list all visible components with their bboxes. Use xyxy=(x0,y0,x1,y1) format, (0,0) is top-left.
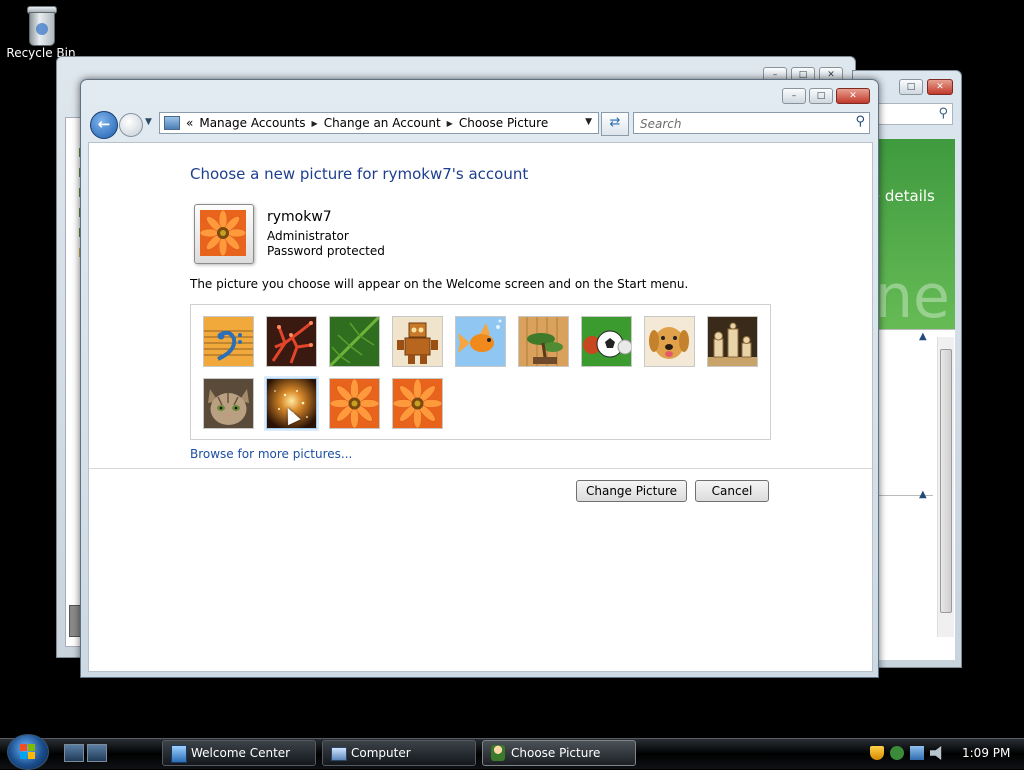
picture-tile-orange-daisy[interactable] xyxy=(329,378,380,429)
picture-tile-goldfish[interactable] xyxy=(455,316,506,367)
picture-tile-red-coral[interactable] xyxy=(266,316,317,367)
search-icon: ⚲ xyxy=(938,106,948,121)
breadcrumb-separator-icon[interactable]: ▶ xyxy=(447,119,453,128)
scrollbar[interactable] xyxy=(937,337,954,637)
kitten-icon xyxy=(204,379,253,428)
collapse-up-icon[interactable]: ▲ xyxy=(919,331,927,342)
taskbar-button-welcome-center[interactable]: Welcome Center xyxy=(162,740,316,766)
security-shield-icon[interactable] xyxy=(870,746,884,760)
picture-tile-toy-robot[interactable] xyxy=(392,316,443,367)
maximize-icon[interactable]: □ xyxy=(809,88,833,104)
minimize-icon[interactable]: – xyxy=(782,88,806,104)
windows-update-icon[interactable] xyxy=(890,746,904,760)
picture-tile-sports-balls[interactable] xyxy=(581,316,632,367)
orange-daisy-icon xyxy=(393,379,442,428)
account-type: Administrator xyxy=(267,229,349,243)
account-name: rymokw7 xyxy=(267,209,332,225)
instructions-text: The picture you choose will appear on th… xyxy=(190,277,689,291)
address-bar[interactable]: « Manage Accounts ▶ Change an Account ▶ … xyxy=(159,112,599,134)
robot-icon xyxy=(393,317,442,366)
goldfish-icon xyxy=(456,317,505,366)
breadcrumb-separator-icon[interactable]: ▶ xyxy=(312,119,318,128)
dog-icon xyxy=(645,317,694,366)
welcome-center-icon xyxy=(171,745,187,763)
orange-daisy-icon xyxy=(330,379,379,428)
breadcrumb-manage-accounts[interactable]: Manage Accounts xyxy=(199,116,305,130)
recycle-bin-icon xyxy=(25,2,57,46)
recent-pages-dropdown-icon[interactable]: ▼ xyxy=(145,117,152,127)
network-icon[interactable] xyxy=(910,746,924,760)
picture-tile-green-leaf[interactable] xyxy=(329,316,380,367)
search-icon[interactable]: ⚲ xyxy=(855,114,865,129)
breadcrumb-overflow[interactable]: « xyxy=(186,116,193,130)
soccer-ball-icon xyxy=(582,317,631,366)
collapse-up-icon[interactable]: ▲ xyxy=(919,489,927,500)
account-picture xyxy=(194,204,254,264)
address-dropdown-icon[interactable]: ▼ xyxy=(585,117,592,127)
picture-tile-golden-retriever[interactable] xyxy=(644,316,695,367)
change-picture-button[interactable]: Change Picture xyxy=(576,480,687,502)
picture-tile-bass-clef[interactable] xyxy=(203,316,254,367)
picture-tile-kitten[interactable] xyxy=(203,378,254,429)
chess-icon xyxy=(708,317,757,366)
coral-icon xyxy=(267,317,316,366)
scrollbar-thumb[interactable] xyxy=(940,349,952,613)
picture-tile-bonsai[interactable] xyxy=(518,316,569,367)
bonsai-icon xyxy=(519,317,568,366)
taskbar-button-label: Computer xyxy=(351,746,411,760)
volume-icon[interactable] xyxy=(930,746,942,760)
picture-gallery xyxy=(190,304,771,440)
cancel-button[interactable]: Cancel xyxy=(695,480,769,502)
divider xyxy=(89,468,872,469)
computer-icon xyxy=(331,747,347,761)
close-icon[interactable]: ✕ xyxy=(836,88,870,104)
picture-tile-orange-daisy-2[interactable] xyxy=(392,378,443,429)
switch-windows-icon[interactable] xyxy=(87,744,107,762)
taskbar-button-label: Welcome Center xyxy=(191,746,291,760)
taskbar-button-label: Choose Picture xyxy=(511,746,601,760)
refresh-icon[interactable]: ⇄ xyxy=(601,112,629,136)
search-box[interactable]: ⚲ xyxy=(633,112,870,134)
choose-picture-window[interactable]: – □ ✕ ← ▼ « Manage Accounts ▶ Change an … xyxy=(80,79,879,678)
close-icon[interactable]: ✕ xyxy=(927,79,953,95)
maximize-icon[interactable]: □ xyxy=(899,79,923,95)
content-pane: Choose a new picture for rymokw7's accou… xyxy=(88,142,873,672)
show-desktop-icon[interactable] xyxy=(64,744,84,762)
clock[interactable]: 1:09 PM xyxy=(962,746,1010,760)
back-arrow-icon[interactable]: ← xyxy=(90,111,118,139)
system-tray xyxy=(870,740,944,766)
taskbar-button-computer[interactable]: Computer xyxy=(322,740,476,766)
recycle-bin-desktop-icon[interactable]: Recycle Bin xyxy=(6,2,76,60)
password-status: Password protected xyxy=(267,244,385,258)
page-title: Choose a new picture for rymokw7's accou… xyxy=(190,165,529,183)
leaf-icon xyxy=(330,317,379,366)
banner-large-text: ne xyxy=(875,262,950,329)
forward-arrow-icon[interactable] xyxy=(119,113,143,137)
taskbar-button-choose-picture[interactable]: Choose Picture xyxy=(482,740,636,766)
control-panel-icon xyxy=(164,116,180,130)
browse-more-pictures-link[interactable]: Browse for more pictures... xyxy=(190,447,352,461)
orange-daisy-icon xyxy=(200,210,246,256)
breadcrumb-change-account[interactable]: Change an Account xyxy=(324,116,441,130)
bass-clef-icon xyxy=(204,317,253,366)
user-accounts-icon xyxy=(491,745,505,761)
breadcrumb-choose-picture[interactable]: Choose Picture xyxy=(459,116,548,130)
start-orb-icon[interactable] xyxy=(7,734,49,770)
search-input[interactable] xyxy=(638,114,842,134)
picture-tile-chess[interactable] xyxy=(707,316,758,367)
